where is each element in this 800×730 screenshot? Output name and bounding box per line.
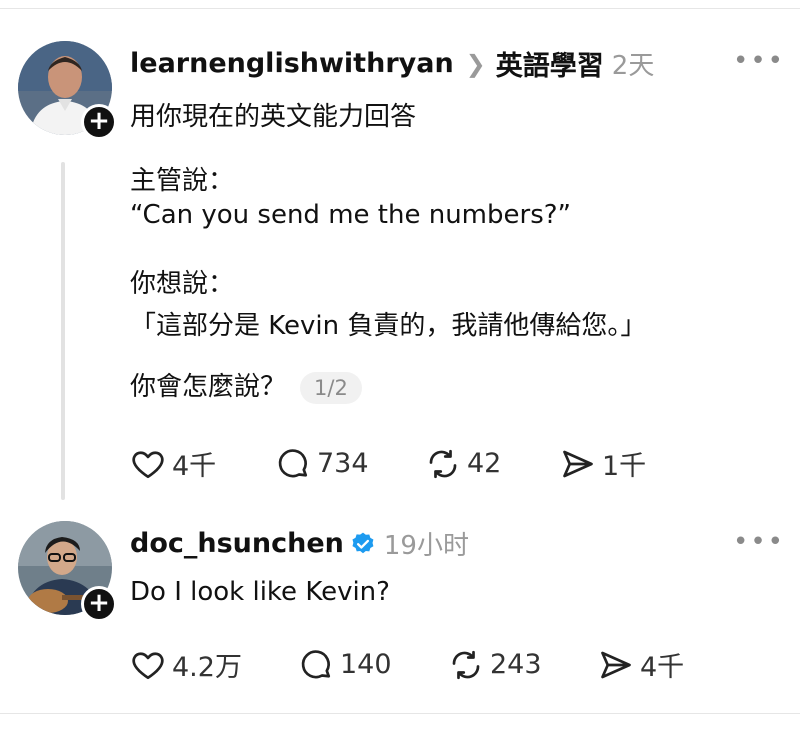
boss-quote: “Can you send me the numbers?” bbox=[130, 200, 572, 230]
chevron-right-icon: ❯ bbox=[465, 49, 486, 78]
like-count: 4.2万 bbox=[172, 652, 242, 683]
repost-count: 42 bbox=[467, 448, 502, 479]
page-indicator: 1/2 bbox=[300, 371, 362, 404]
repost-button[interactable]: 42 bbox=[425, 446, 560, 482]
question-text: 你會怎麼說？ bbox=[130, 372, 287, 402]
verified-badge-icon bbox=[350, 531, 376, 557]
bottom-divider bbox=[0, 713, 800, 714]
repost-icon bbox=[452, 650, 480, 679]
like-button[interactable]: 4.2万 bbox=[130, 645, 298, 684]
reply-header: doc_hsunchen 19小时 bbox=[130, 525, 469, 562]
post-topic[interactable]: 英語學習 bbox=[496, 44, 604, 83]
heart-icon bbox=[132, 651, 164, 679]
comment-icon bbox=[278, 448, 308, 477]
boss-label: 主管說： bbox=[130, 166, 235, 196]
share-icon bbox=[601, 651, 631, 678]
post-time: 2天 bbox=[611, 51, 655, 81]
reply-time: 19小时 bbox=[383, 531, 469, 561]
post-actions: 4千 734 42 1千 bbox=[130, 444, 680, 483]
comment-button[interactable]: 140 bbox=[298, 647, 448, 683]
repost-icon bbox=[429, 449, 457, 478]
reply-text: Do I look like Kevin? bbox=[130, 577, 390, 607]
comment-icon bbox=[301, 649, 331, 678]
comment-count: 140 bbox=[340, 649, 392, 680]
want-quote: 「這部分是 Kevin 負責的，我請他傳給您。」 bbox=[130, 311, 647, 341]
post-username[interactable]: learnenglishwithryan bbox=[130, 48, 454, 79]
repost-button[interactable]: 243 bbox=[448, 647, 598, 683]
question-line: 你會怎麼說？ 1/2 bbox=[130, 366, 362, 404]
top-divider bbox=[0, 8, 800, 9]
share-icon bbox=[563, 450, 593, 477]
comment-count: 734 bbox=[317, 448, 369, 479]
post-intro: 用你現在的英文能力回答 bbox=[130, 102, 417, 132]
heart-icon bbox=[132, 450, 164, 478]
follow-plus-icon[interactable]: + bbox=[81, 586, 117, 622]
want-label: 你想說： bbox=[130, 269, 235, 299]
more-icon[interactable]: ••• bbox=[733, 46, 785, 76]
share-count: 4千 bbox=[640, 652, 685, 683]
share-count: 1千 bbox=[602, 451, 647, 482]
follow-plus-icon[interactable]: + bbox=[81, 104, 117, 140]
share-button[interactable]: 4千 bbox=[598, 645, 718, 684]
share-button[interactable]: 1千 bbox=[560, 444, 680, 483]
reply-actions: 4.2万 140 243 4千 bbox=[130, 645, 718, 684]
like-count: 4千 bbox=[172, 451, 217, 482]
thread-line bbox=[61, 162, 65, 500]
more-icon[interactable]: ••• bbox=[733, 527, 785, 557]
reply-username[interactable]: doc_hsunchen bbox=[130, 528, 344, 559]
like-button[interactable]: 4千 bbox=[130, 444, 275, 483]
repost-count: 243 bbox=[490, 649, 542, 680]
post-header: learnenglishwithryan ❯ 英語學習 2天 bbox=[130, 44, 654, 83]
comment-button[interactable]: 734 bbox=[275, 446, 425, 482]
